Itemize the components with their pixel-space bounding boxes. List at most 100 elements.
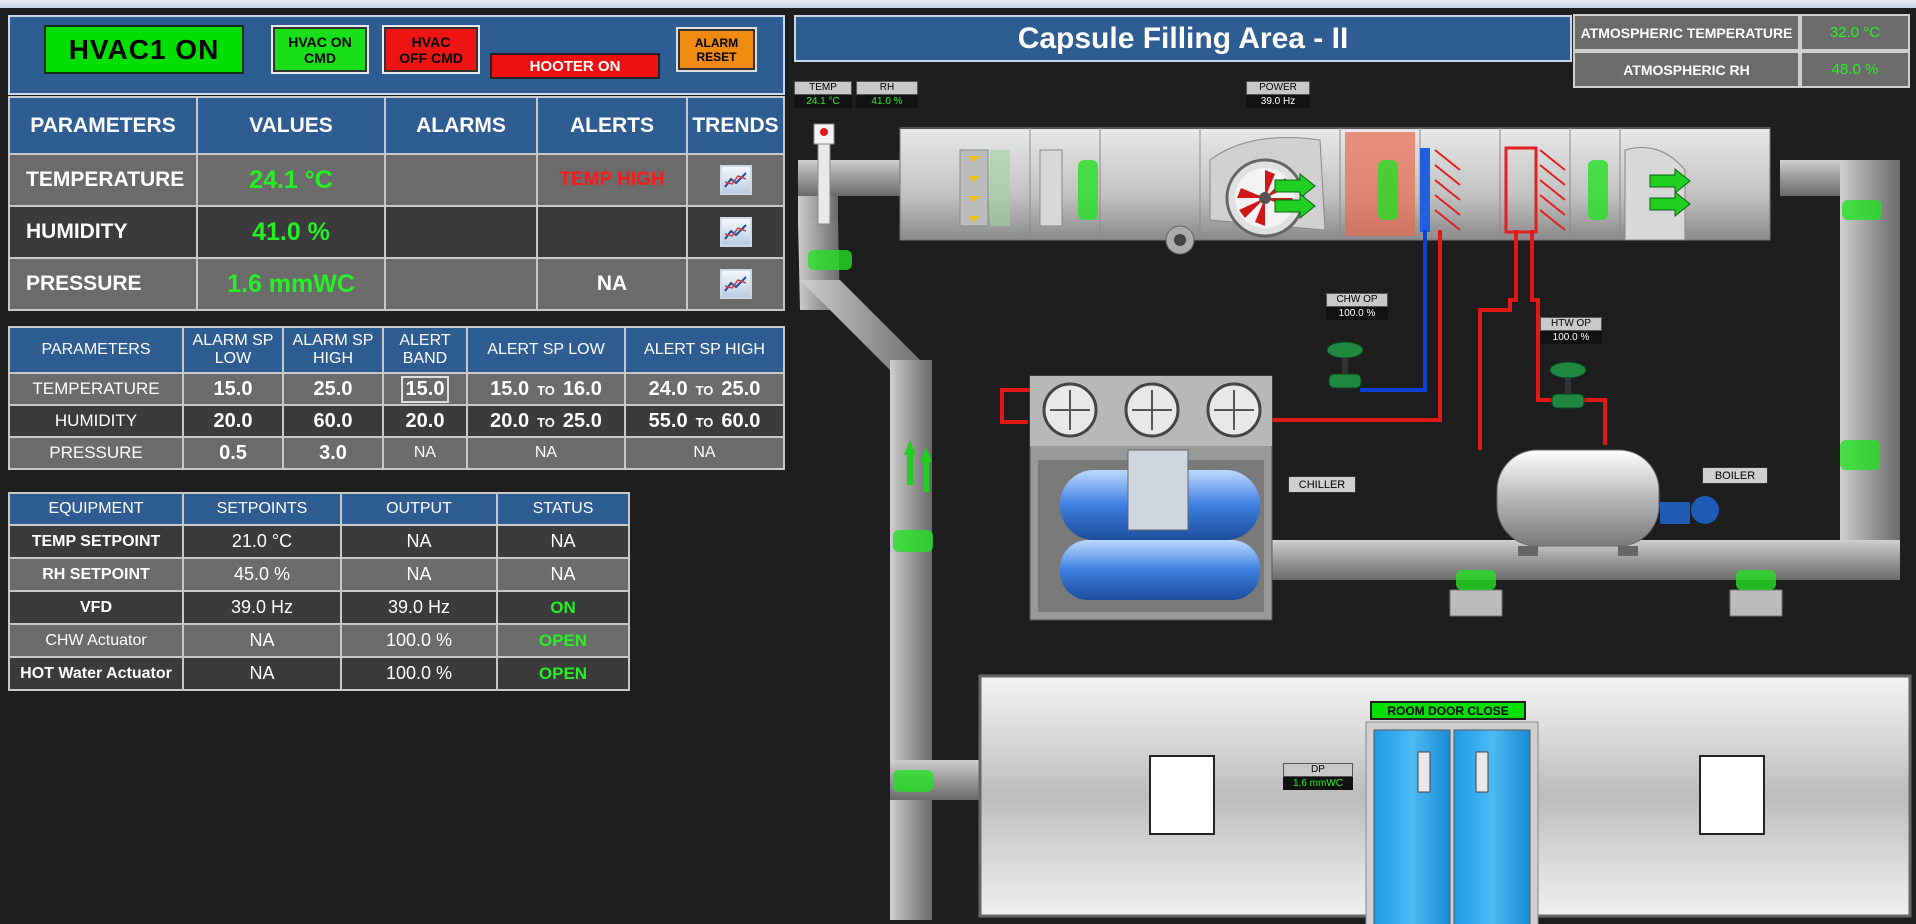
alert-sp-low-to[interactable]: 16.0 [563, 378, 602, 400]
room-door-status: ROOM DOOR CLOSE [1370, 701, 1526, 720]
to-label: TO [537, 414, 555, 430]
to-label: TO [695, 382, 714, 398]
equipment-setpoint: NA [182, 623, 342, 658]
col-setpoints: SETPOINTS [182, 492, 342, 526]
equipment-output: 100.0 % [340, 656, 498, 691]
hvac-on-button[interactable]: HVAC ON CMD [271, 25, 369, 74]
alarm-sp-high[interactable]: 3.0 [282, 436, 384, 470]
alarm-reset-button[interactable]: ALARM RESET [676, 27, 757, 72]
alert-band[interactable]: 20.0 [382, 404, 468, 438]
param-name: PRESSURE [8, 436, 184, 470]
trend-chart-icon[interactable] [719, 217, 752, 247]
trend-chart-icon[interactable] [719, 165, 752, 195]
alarm-sp-high[interactable]: 60.0 [282, 404, 384, 438]
hvac-on-label: HVAC ON CMD [288, 33, 352, 66]
alert-sp-high-from[interactable]: 55.0 [649, 410, 688, 432]
trend-cell [686, 257, 785, 311]
col-alert-sp-high: ALERT SP HIGH [624, 326, 785, 374]
param-alarm [384, 153, 538, 207]
col-equipment: EQUIPMENT [8, 492, 184, 526]
equipment-setpoint[interactable]: 21.0 °C [182, 524, 342, 559]
equipment-name: CHW Actuator [8, 623, 184, 658]
table-row: CHW Actuator NA 100.0 % OPEN [8, 623, 630, 658]
alarm-reset-label: ALARM RESET [694, 35, 739, 64]
equipment-setpoint: 39.0 Hz [182, 590, 342, 625]
table-row: HUMIDITY 20.0 60.0 20.0 20.0 TO 25.0 55.0 T… [8, 404, 785, 438]
htw-op-label: HTW OP [1540, 317, 1602, 331]
htw-op-tag: HTW OP 100.0 % [1540, 317, 1602, 344]
chw-valve [1326, 341, 1364, 389]
hooter-indicator: HOOTER ON [490, 53, 660, 79]
equipment-name: TEMP SETPOINT [8, 524, 184, 559]
table-row: TEMPERATURE 24.1 °C TEMP HIGH [8, 153, 785, 207]
power-tag-value: 39.0 Hz [1246, 95, 1310, 108]
param-alert: TEMP HIGH [536, 153, 688, 207]
alarm-sp-low[interactable]: 0.5 [182, 436, 284, 470]
table-row: HUMIDITY 41.0 % [8, 205, 785, 259]
param-name: TEMPERATURE [8, 153, 198, 207]
chw-op-label: CHW OP [1326, 293, 1388, 307]
alarm-sp-low[interactable]: 15.0 [182, 372, 284, 406]
equipment-status: ON [496, 590, 630, 625]
hvac-process-diagram [798, 123, 1912, 924]
param-value: 1.6 mmWC [196, 257, 386, 311]
col-status: STATUS [496, 492, 630, 526]
htw-valve [1549, 361, 1587, 409]
table-row: PRESSURE 0.5 3.0 NA NA NA [8, 436, 785, 470]
alert-sp-low-to[interactable]: 25.0 [563, 410, 602, 432]
param-name: HUMIDITY [8, 205, 198, 259]
alert-sp-high-to[interactable]: 60.0 [721, 410, 760, 432]
equipment-status: NA [496, 557, 630, 592]
dp-tag-value: 1.6 mmWC [1283, 777, 1353, 790]
equipment-output: NA [340, 524, 498, 559]
alert-sp-high: NA [624, 436, 785, 470]
table-row: RH SETPOINT 45.0 % NA NA [8, 557, 630, 592]
power-tag: POWER 39.0 Hz [1246, 81, 1310, 108]
alert-sp-low-from[interactable]: 20.0 [490, 410, 529, 432]
htw-op-value: 100.0 % [1540, 331, 1602, 344]
param-alarm [384, 257, 538, 311]
atm-temp-value: 32.0 °C [1800, 14, 1910, 51]
setpoints-table: PARAMETERS ALARM SP LOW ALARM SP HIGH AL… [8, 326, 785, 470]
equipment-name: HOT Water Actuator [8, 656, 184, 691]
table-row: PRESSURE 1.6 mmWC NA [8, 257, 785, 311]
temp-tag-label: TEMP [794, 81, 852, 95]
param-name: TEMPERATURE [8, 372, 184, 406]
equipment-setpoint: NA [182, 656, 342, 691]
alert-sp-low: 15.0 TO 16.0 [466, 372, 626, 406]
rh-tag-label: RH [856, 81, 918, 95]
atm-temp-label: ATMOSPHERIC TEMPERATURE [1573, 14, 1800, 51]
temp-tag: TEMP 24.1 °C [794, 81, 852, 108]
alert-sp-high-from[interactable]: 24.0 [649, 378, 688, 400]
col-alert-band: ALERT BAND [382, 326, 468, 374]
trend-cell [686, 205, 785, 259]
chiller-unit [1029, 375, 1273, 621]
trend-chart-icon[interactable] [719, 269, 752, 299]
chw-op-tag: CHW OP 100.0 % [1326, 293, 1388, 320]
col-parameters: PARAMETERS [8, 96, 198, 155]
window-top-edge [0, 0, 1916, 8]
equipment-setpoint[interactable]: 45.0 % [182, 557, 342, 592]
alert-sp-low-from[interactable]: 15.0 [490, 378, 529, 400]
alert-sp-high: 55.0 TO 60.0 [624, 404, 785, 438]
alert-band-input[interactable]: 15.0 [400, 375, 450, 403]
hvac-off-button[interactable]: HVAC OFF CMD [382, 25, 480, 74]
alert-band-cell: 15.0 [382, 372, 468, 406]
equipment-output: NA [340, 557, 498, 592]
area-title: Capsule Filling Area - II [794, 15, 1572, 62]
to-label: TO [695, 414, 714, 430]
param-name: PRESSURE [8, 257, 198, 311]
hvac-state-indicator: HVAC1 ON [44, 25, 244, 74]
equipment-table: EQUIPMENT SETPOINTS OUTPUT STATUS TEMP S… [8, 492, 630, 691]
rh-tag-value: 41.0 % [856, 95, 918, 108]
alert-sp-high-to[interactable]: 25.0 [721, 378, 760, 400]
alarm-sp-high[interactable]: 25.0 [282, 372, 384, 406]
boiler-label: BOILER [1702, 467, 1768, 484]
col-alarms: ALARMS [384, 96, 538, 155]
param-value: 24.1 °C [196, 153, 386, 207]
alarm-sp-low[interactable]: 20.0 [182, 404, 284, 438]
equipment-name: VFD [8, 590, 184, 625]
alert-sp-low: 20.0 TO 25.0 [466, 404, 626, 438]
trend-cell [686, 153, 785, 207]
temp-tag-value: 24.1 °C [794, 95, 852, 108]
